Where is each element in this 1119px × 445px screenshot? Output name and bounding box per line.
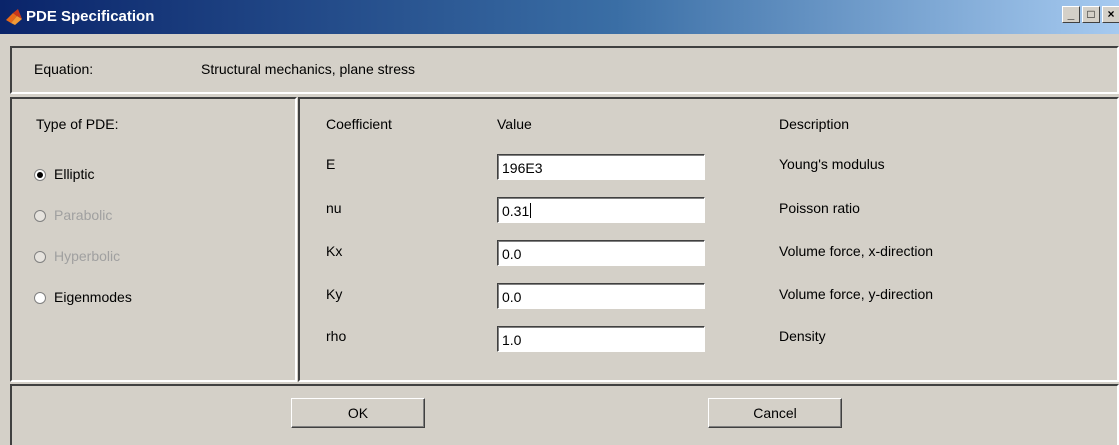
radio-button: [34, 251, 46, 263]
minimize-button[interactable]: _: [1062, 6, 1080, 23]
cancel-button[interactable]: Cancel: [708, 398, 842, 428]
coef-desc-Ky: Volume force, y-direction: [779, 286, 934, 302]
pde-type-panel: Type of PDE: Elliptic Parabolic Hyperbol…: [10, 97, 297, 382]
coef-desc-nu: Poisson ratio: [779, 200, 860, 216]
radio-label-hyperbolic: Hyperbolic: [54, 248, 121, 264]
equation-panel: Equation: Structural mechanics, plane st…: [10, 46, 1119, 94]
coef-input-Kx[interactable]: 0.0: [497, 240, 705, 266]
radio-label-parabolic: Parabolic: [54, 207, 113, 223]
coef-name-nu: nu: [326, 200, 342, 216]
ok-button[interactable]: OK: [291, 398, 425, 428]
header-description: Description: [779, 116, 850, 132]
coef-input-Ky[interactable]: 0.0: [497, 283, 705, 309]
radio-button[interactable]: [34, 292, 46, 304]
header-coefficient: Coefficient: [326, 116, 392, 132]
coef-name-Kx: Kx: [326, 243, 343, 259]
radio-button: [34, 210, 46, 222]
coef-name-rho: rho: [326, 328, 347, 344]
button-panel: [10, 384, 1119, 445]
matlab-logo-icon: [6, 9, 22, 25]
equation-value: Structural mechanics, plane stress: [201, 61, 415, 77]
title-bar: PDE Specification _ □ ×: [0, 0, 1119, 34]
coef-input-nu[interactable]: 0.31: [497, 197, 705, 223]
radio-label-eigenmodes: Eigenmodes: [54, 289, 132, 305]
equation-label: Equation:: [34, 61, 94, 77]
radio-button[interactable]: [34, 169, 46, 181]
coef-input-rho[interactable]: 1.0: [497, 326, 705, 352]
window-title: PDE Specification: [26, 8, 155, 25]
text-cursor: [530, 203, 532, 218]
coef-desc-E: Young's modulus: [779, 156, 885, 172]
coef-desc-Kx: Volume force, x-direction: [779, 243, 934, 259]
coef-name-Ky: Ky: [326, 286, 343, 302]
close-button[interactable]: ×: [1102, 6, 1119, 23]
coefficients-panel: [298, 97, 1119, 382]
coef-value-nu: 0.31: [502, 203, 530, 219]
coef-desc-rho: Density: [779, 328, 826, 344]
pde-type-heading: Type of PDE:: [36, 116, 119, 132]
coef-input-E[interactable]: 196E3: [497, 154, 705, 180]
coef-name-E: E: [326, 156, 336, 172]
maximize-button[interactable]: □: [1082, 6, 1100, 23]
radio-label-elliptic: Elliptic: [54, 166, 95, 182]
header-value: Value: [497, 116, 532, 132]
